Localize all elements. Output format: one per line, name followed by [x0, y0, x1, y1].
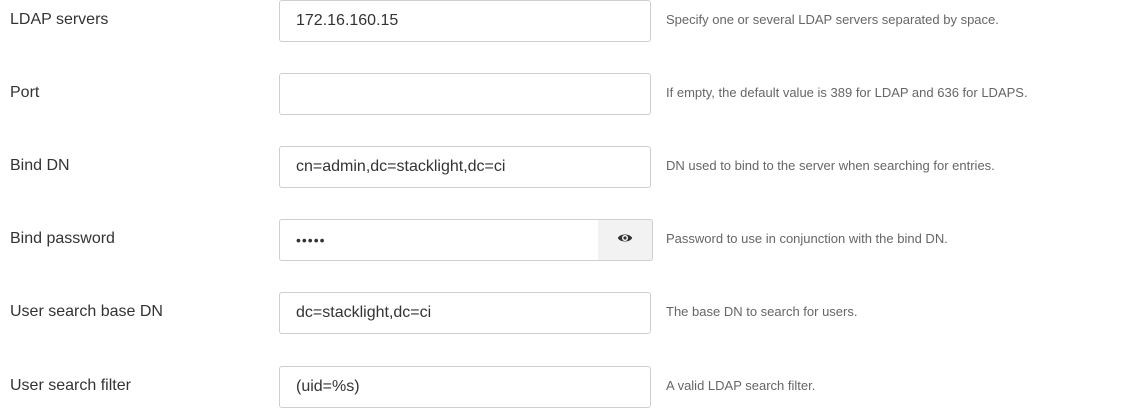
- user-search-base-dn-help: The base DN to search for users.: [666, 304, 858, 319]
- user-search-filter-label: User search filter: [10, 377, 131, 394]
- port-help: If empty, the default value is 389 for L…: [666, 85, 1028, 100]
- port-input[interactable]: [279, 73, 651, 115]
- port-row: Port If empty, the default value is 389 …: [0, 73, 1148, 117]
- user-search-filter-help: A valid LDAP search filter.: [666, 378, 816, 393]
- bind-password-help: Password to use in conjunction with the …: [666, 231, 948, 246]
- ldap-servers-label: LDAP servers: [10, 11, 109, 28]
- ldap-servers-help: Specify one or several LDAP servers sepa…: [666, 12, 999, 27]
- bind-password-input[interactable]: [279, 219, 599, 261]
- show-password-button[interactable]: [598, 219, 653, 261]
- bind-dn-row: Bind DN DN used to bind to the server wh…: [0, 146, 1148, 190]
- user-search-filter-input[interactable]: [279, 366, 651, 408]
- eye-icon: [617, 231, 633, 249]
- user-search-base-dn-label: User search base DN: [10, 303, 163, 320]
- ldap-servers-row: LDAP servers Specify one or several LDAP…: [0, 0, 1148, 44]
- user-search-base-dn-row: User search base DN The base DN to searc…: [0, 292, 1148, 336]
- user-search-base-dn-input[interactable]: [279, 292, 651, 334]
- bind-password-label: Bind password: [10, 230, 115, 247]
- user-search-filter-row: User search filter A valid LDAP search f…: [0, 366, 1148, 410]
- bind-dn-label: Bind DN: [10, 157, 70, 174]
- bind-dn-input[interactable]: [279, 146, 651, 188]
- bind-dn-help: DN used to bind to the server when searc…: [666, 158, 995, 173]
- bind-password-row: Bind password Password to use in conjunc…: [0, 219, 1148, 263]
- ldap-servers-input[interactable]: [279, 0, 651, 42]
- port-label: Port: [10, 84, 40, 101]
